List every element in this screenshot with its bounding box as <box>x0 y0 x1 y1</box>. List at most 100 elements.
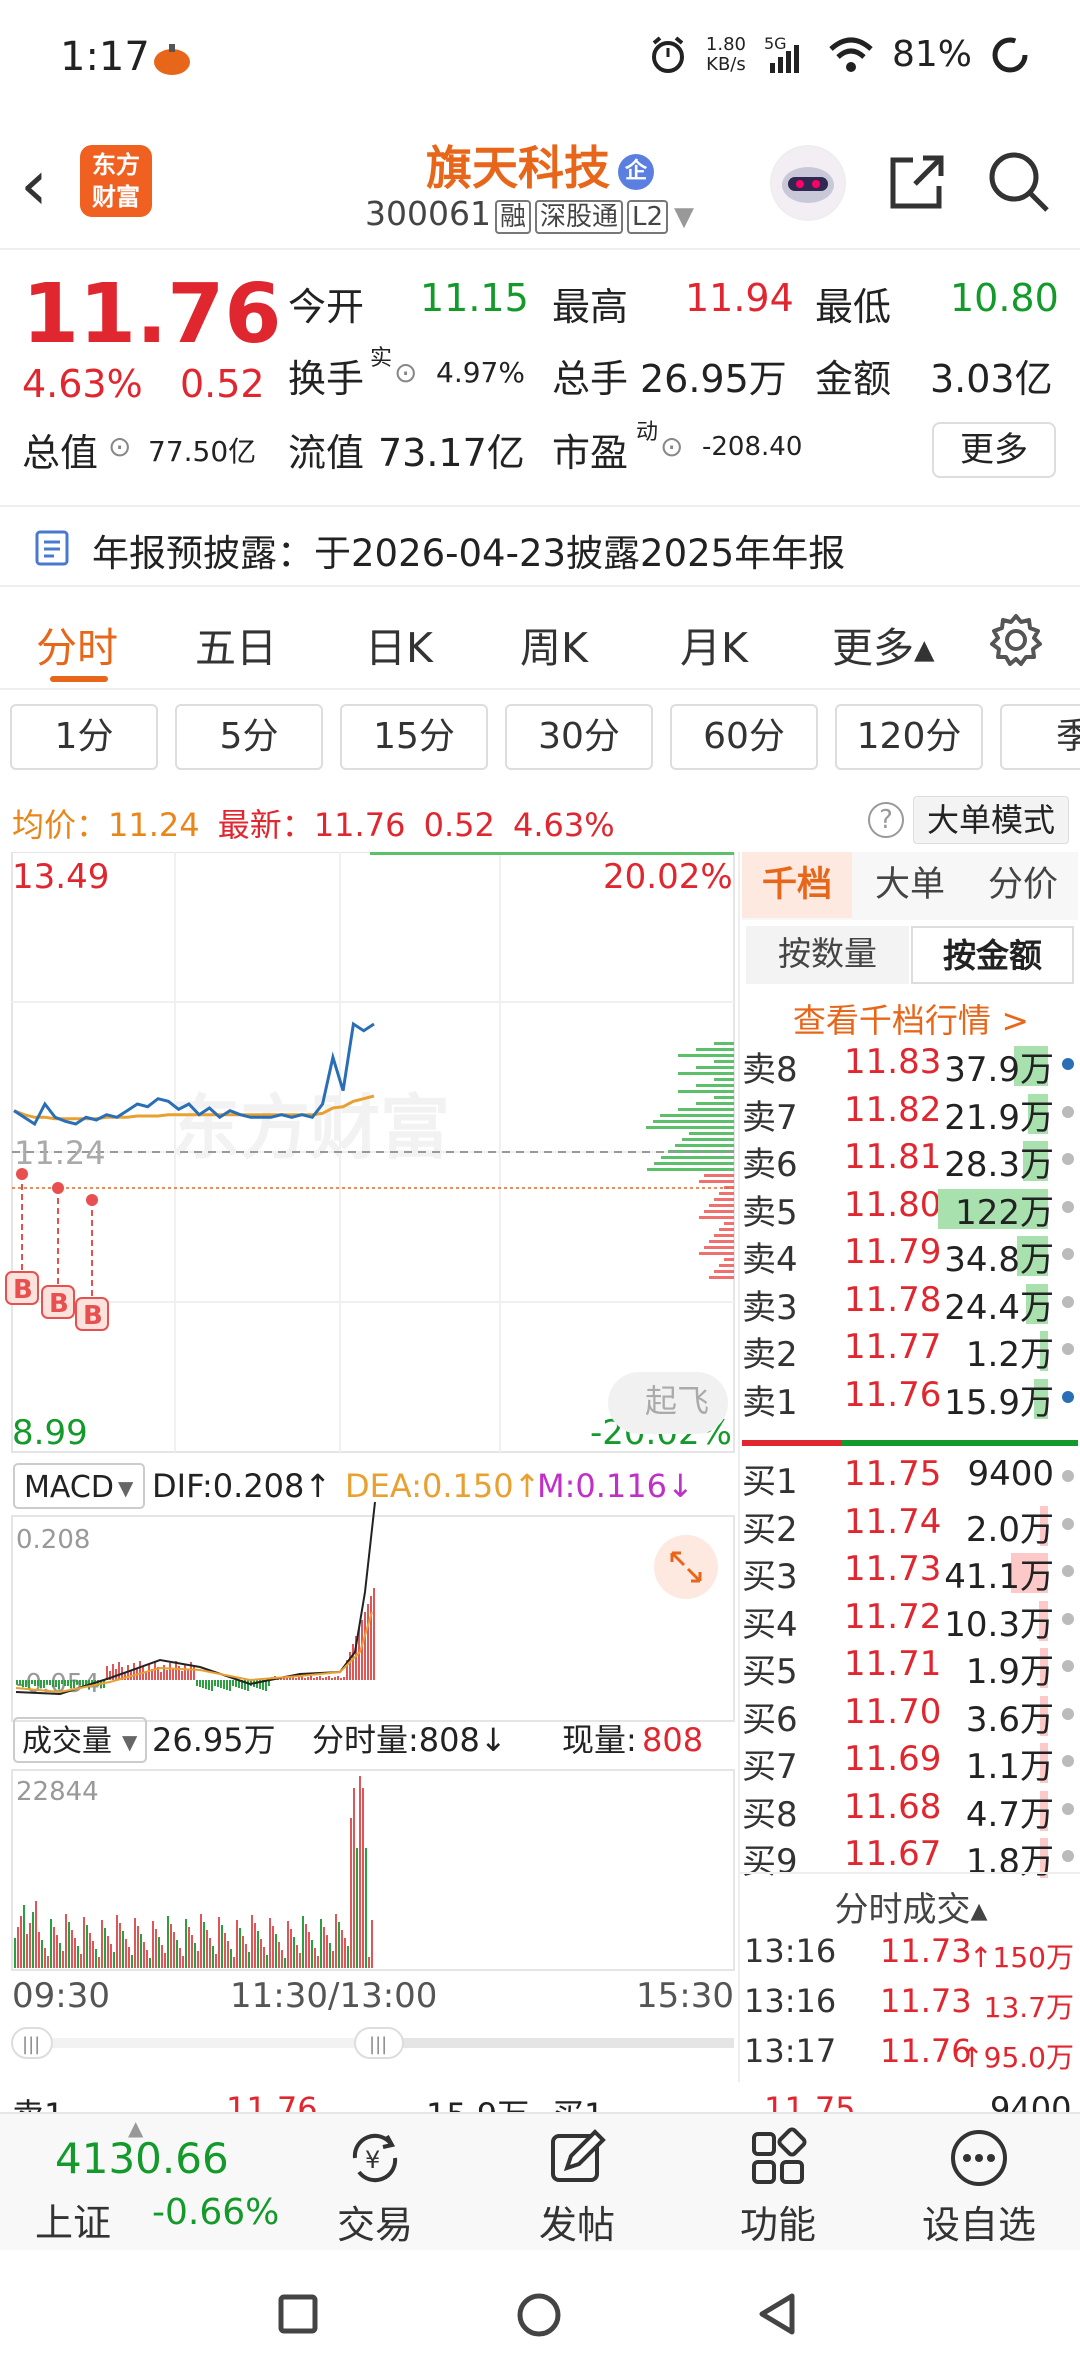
ask-volume: 34.8万 <box>944 1240 1054 1280</box>
ask-row[interactable]: 卖8 11.83 37.9万 <box>742 1042 1078 1090</box>
tab-thousand-levels[interactable]: 千档 <box>742 852 852 918</box>
trade-icon: ¥ <box>352 2133 398 2183</box>
volume-bar <box>77 1946 79 1968</box>
profile-bar <box>714 1060 734 1063</box>
macd-bar <box>319 1676 321 1680</box>
profile-bar <box>653 1120 734 1123</box>
bid-row[interactable]: 买4 11.72 10.3万 <box>742 1597 1078 1645</box>
annual-report-notice[interactable]: 年报预披露：于2026-04-23披露2025年年报 <box>0 505 1080 587</box>
ask-row[interactable]: 卖5 11.80 122万 <box>742 1185 1078 1233</box>
bid-row[interactable]: 买8 11.68 4.7万 <box>742 1787 1078 1835</box>
nav-watchlist[interactable]: 设自选 <box>914 2126 1044 2249</box>
big-order-mode-button[interactable]: 大单模式 <box>913 796 1069 844</box>
volume-bar <box>263 1947 265 1968</box>
view-thousand-levels-link[interactable]: 查看千档行情 > <box>740 994 1080 1042</box>
bid-row[interactable]: 买6 11.70 3.6万 <box>742 1692 1078 1740</box>
macd-bar <box>235 1680 237 1687</box>
tab-intraday[interactable]: 分时 <box>36 614 118 674</box>
nav-function[interactable]: 功能 <box>713 2126 843 2249</box>
ask-row[interactable]: 卖7 11.82 21.9万 <box>742 1090 1078 1138</box>
bid-row[interactable]: 买7 11.69 1.1万 <box>742 1739 1078 1787</box>
volume-bar <box>350 1818 352 1968</box>
tab-5min[interactable]: 5分 <box>175 704 323 770</box>
tab-quarter[interactable]: 季 <box>1000 704 1080 770</box>
recent-apps-icon[interactable] <box>278 2294 318 2334</box>
ask-row[interactable]: 卖6 11.81 28.3万 <box>742 1137 1078 1185</box>
help-icon[interactable]: ? <box>868 802 904 838</box>
bid-row[interactable]: 买5 11.71 1.9万 <box>742 1644 1078 1692</box>
volume-bar <box>74 1938 76 1968</box>
ask-row[interactable]: 卖2 11.77 1.2万 <box>742 1327 1078 1375</box>
volume-bar <box>32 1912 34 1968</box>
tab-big-order[interactable]: 大单 <box>855 852 965 918</box>
bid-volume: 41.1万 <box>944 1557 1054 1597</box>
intraday-chart[interactable]: 东方财富 13.49 8.99 20.02% -20.02% 11.24 B B… <box>0 851 737 2082</box>
status-time: 1:17 <box>60 34 150 80</box>
seg-by-amount[interactable]: 按金额 <box>911 926 1074 984</box>
tab-15min[interactable]: 15分 <box>340 704 488 770</box>
ask-row[interactable]: 卖1 11.76 15.9万 <box>742 1375 1078 1423</box>
tab-30min[interactable]: 30分 <box>505 704 653 770</box>
gear-icon[interactable] <box>988 612 1044 668</box>
profile-bar <box>709 1204 734 1207</box>
tab-monthly-k[interactable]: 月K <box>680 614 748 674</box>
volume-bar <box>17 1927 19 1968</box>
volume-value: 26.95万 <box>640 357 787 401</box>
bid-row[interactable]: 买2 11.74 2.0万 <box>742 1502 1078 1550</box>
assistant-avatar[interactable] <box>770 145 846 221</box>
ask-row[interactable]: 卖4 11.79 34.8万 <box>742 1232 1078 1280</box>
seg-by-quantity[interactable]: 按数量 <box>746 926 909 984</box>
ask-price: 11.78 <box>844 1279 942 1320</box>
index-value[interactable]: 4130.66 <box>55 2134 229 2183</box>
tab-weekly-k[interactable]: 周K <box>520 614 588 674</box>
volume-bar <box>347 1946 349 1968</box>
index-pct[interactable]: -0.66% <box>152 2192 279 2233</box>
system-nav <box>0 2250 1080 2376</box>
stock-code-row[interactable]: 300061 融深股通 L2 ▼ <box>365 194 694 234</box>
tab-five-day[interactable]: 五日 <box>195 614 277 674</box>
share-icon[interactable] <box>885 150 949 214</box>
bid-row[interactable]: 买3 11.73 41.1万 <box>742 1549 1078 1597</box>
index-name[interactable]: 上证 <box>35 2192 111 2247</box>
bid-row[interactable]: 买1 11.75 9400 <box>742 1454 1078 1502</box>
tab-more[interactable]: 更多▴ <box>832 614 935 674</box>
volume-bar <box>227 1941 229 1968</box>
trades-title[interactable]: 分时成交▴ <box>740 1872 1080 1931</box>
volume-bar <box>239 1928 241 1968</box>
macd-bar <box>223 1680 225 1689</box>
volume-bar <box>236 1920 238 1968</box>
tab-60min[interactable]: 60分 <box>670 704 818 770</box>
back-nav-icon[interactable] <box>756 2292 800 2336</box>
tab-price-dist[interactable]: 分价 <box>968 852 1078 918</box>
info-icon[interactable]: ⊙ <box>394 356 417 389</box>
dropdown-icon[interactable]: ▼ <box>674 202 694 232</box>
ask-price: 11.76 <box>844 1374 942 1415</box>
float-value: 73.17亿 <box>378 431 525 475</box>
chart-svg[interactable]: 东方财富 13.49 8.99 20.02% -20.02% 11.24 B B… <box>0 851 737 2082</box>
ask-row[interactable]: 卖3 11.78 24.4万 <box>742 1280 1078 1328</box>
nav-post[interactable]: 发帖 <box>512 2126 642 2249</box>
macd-bar <box>118 1662 120 1680</box>
expand-button[interactable] <box>654 1535 718 1599</box>
home-icon[interactable] <box>516 2292 562 2338</box>
info-icon[interactable]: ⊙ <box>660 430 683 463</box>
volume-bar <box>365 1848 367 1968</box>
nav-trade[interactable]: ¥ 交易 <box>310 2126 440 2249</box>
volume-bar <box>50 1919 52 1968</box>
ask-price: 11.79 <box>844 1232 942 1272</box>
macd-bar <box>214 1680 216 1686</box>
net-speed: 1.80 KB/s <box>705 33 746 75</box>
tab-1min[interactable]: 1分 <box>10 704 158 770</box>
more-button[interactable]: 更多 <box>932 422 1056 478</box>
qifei-label: 起飞 <box>645 1382 709 1420</box>
profile-bar <box>654 1162 734 1165</box>
macd-bar <box>196 1680 198 1686</box>
search-icon[interactable] <box>985 148 1051 214</box>
profile-bar <box>682 1138 734 1141</box>
trade-price: 11.76 <box>880 2032 972 2070</box>
tab-120min[interactable]: 120分 <box>835 704 983 770</box>
macd-bar <box>232 1680 234 1686</box>
tab-daily-k[interactable]: 日K <box>365 614 433 674</box>
info-icon[interactable]: ⊙ <box>108 430 131 463</box>
bid-dot <box>1062 1660 1074 1672</box>
